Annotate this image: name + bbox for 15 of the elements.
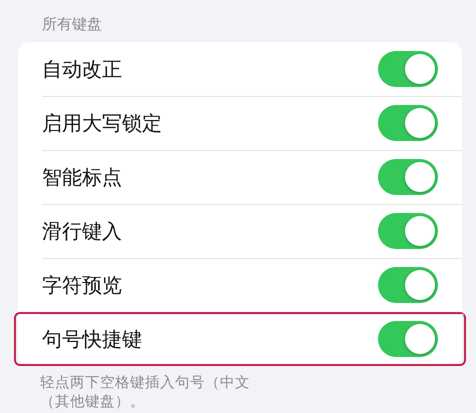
toggle-switch[interactable]: [378, 267, 438, 303]
setting-label: 句号快捷键: [42, 326, 142, 353]
section-header: 所有键盘: [41, 14, 103, 35]
setting-label: 字符预览: [42, 272, 122, 299]
setting-label: 滑行键入: [42, 218, 122, 245]
setting-label: 自动改正: [42, 56, 122, 83]
setting-label: 启用大写锁定: [42, 110, 162, 137]
toggle-switch[interactable]: [378, 105, 438, 141]
toggle-switch[interactable]: [378, 321, 438, 357]
toggle-switch[interactable]: [378, 213, 438, 249]
toggle-switch[interactable]: [378, 159, 438, 195]
toggle-switch[interactable]: [378, 51, 438, 87]
footer-note: （其他键盘）。: [40, 394, 145, 410]
footer-note: 轻点两下空格键插入句号（中文: [40, 375, 250, 391]
setting-label: 智能标点: [42, 164, 122, 191]
